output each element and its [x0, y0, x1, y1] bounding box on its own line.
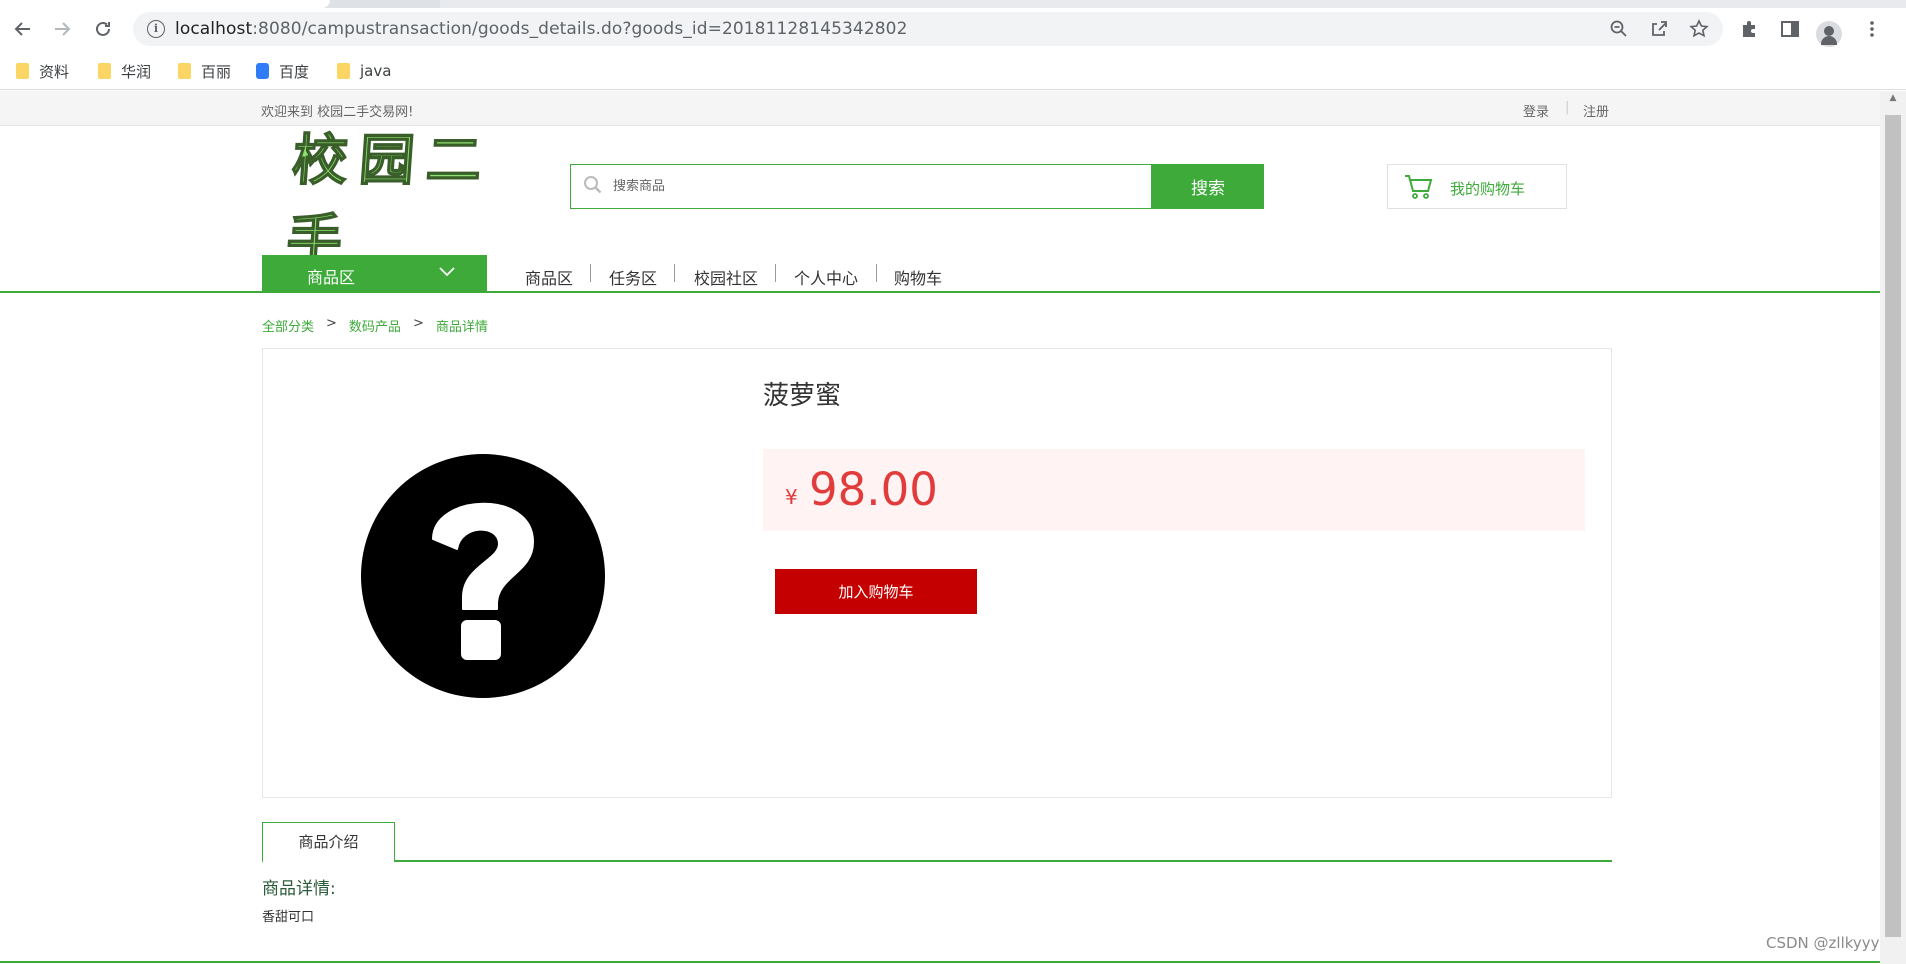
register-link[interactable]: 注册 [1583, 101, 1609, 120]
tab-product-intro[interactable]: 商品介绍 [262, 822, 395, 863]
bookmark-java[interactable]: java [337, 61, 391, 81]
breadcrumb: 全部分类 > 数码产品 > 商品详情 [262, 316, 488, 335]
bookmark-label: java [360, 62, 392, 80]
forward-arrow-icon[interactable] [47, 14, 77, 44]
nav-divider [876, 264, 877, 282]
bookmark-star-icon[interactable] [1688, 19, 1710, 39]
address-bar[interactable]: i localhost:8080/campustransaction/goods… [133, 12, 1723, 46]
login-link[interactable]: 登录 [1523, 101, 1549, 120]
bookmark-ziliao[interactable]: 资料 [16, 61, 69, 81]
nav-link-cart[interactable]: 购物车 [894, 265, 942, 289]
page-scrollbar[interactable]: ▲ [1880, 91, 1906, 964]
site-topbar: 欢迎来到 校园二手交易网! 登录 | 注册 [0, 91, 1880, 126]
detail-text: 香甜可口 [262, 910, 315, 925]
reload-icon[interactable] [88, 14, 118, 44]
profile-avatar-icon[interactable] [1816, 21, 1842, 47]
site-logo[interactable]: 校园二手 [284, 126, 530, 273]
browser-tabstrip [0, 0, 1906, 8]
search-box [570, 164, 1152, 209]
bookmark-label: 资料 [39, 62, 70, 81]
site-info-icon[interactable]: i [147, 20, 165, 38]
folder-icon [337, 63, 350, 79]
currency-symbol: ¥ [785, 485, 798, 509]
my-cart-button[interactable]: 我的购物车 [1387, 164, 1567, 209]
url-path: :8080/campustransaction/goods_details.do… [252, 19, 908, 39]
nav-divider [674, 264, 675, 282]
folder-icon [178, 63, 191, 79]
nav-link-goods[interactable]: 商品区 [525, 265, 573, 289]
breadcrumb-current[interactable]: 商品详情 [436, 316, 488, 335]
logo-text: 校园二手 [284, 126, 497, 273]
price-panel: ¥ 98.00 [763, 449, 1585, 531]
bookmark-huarun[interactable]: 华润 [98, 61, 151, 81]
breadcrumb-all-categories[interactable]: 全部分类 [262, 316, 314, 335]
search-button[interactable]: 搜索 [1152, 164, 1264, 209]
extensions-puzzle-icon[interactable] [1738, 18, 1762, 42]
browser-menu-icon[interactable] [1860, 18, 1884, 42]
breadcrumb-separator: > [412, 316, 424, 331]
product-name: 菠萝蜜 [763, 381, 842, 411]
nav-divider [775, 264, 776, 282]
scrollbar-thumb[interactable] [1885, 115, 1901, 937]
share-icon[interactable] [1648, 19, 1670, 39]
bookmark-label: 华润 [121, 62, 152, 81]
page-viewport: 欢迎来到 校园二手交易网! 登录 | 注册 校园二手 搜索 我的购物车 商品区 … [0, 91, 1880, 964]
address-url: localhost:8080/campustransaction/goods_d… [175, 19, 908, 39]
nav-link-personal[interactable]: 个人中心 [794, 265, 858, 289]
question-mark-image-icon [361, 454, 605, 698]
url-host: localhost [175, 19, 253, 39]
bookmark-label: 百度 [279, 62, 310, 81]
category-dropdown-label: 商品区 [307, 268, 356, 287]
shopping-cart-icon [1405, 175, 1433, 199]
search-input[interactable] [613, 165, 1093, 208]
browser-toolbar: i localhost:8080/campustransaction/goods… [0, 8, 1906, 50]
folder-icon [98, 63, 111, 79]
back-arrow-icon[interactable] [8, 14, 38, 44]
search-icon [584, 176, 602, 194]
add-to-cart-button[interactable]: 加入购物车 [775, 569, 977, 614]
scroll-up-arrow-icon[interactable]: ▲ [1880, 93, 1906, 107]
nav-link-tasks[interactable]: 任务区 [609, 265, 657, 289]
category-dropdown-button[interactable]: 商品区 [262, 255, 487, 293]
bookmarks-bar: 资料 华润 百丽 百度 java [0, 50, 1906, 90]
baidu-shield-icon [256, 63, 269, 79]
folder-icon [16, 63, 29, 79]
topbar-separator: | [1565, 100, 1570, 115]
browser-tab-inactive[interactable] [440, 0, 1906, 8]
browser-tab-active[interactable] [0, 0, 330, 8]
main-nav: 商品区 商品区 任务区 校园社区 个人中心 购物车 [0, 255, 1880, 293]
breadcrumb-digital[interactable]: 数码产品 [349, 316, 401, 335]
nav-link-community[interactable]: 校园社区 [694, 265, 758, 289]
csdn-watermark: CSDN @zllkyyy [1766, 934, 1880, 952]
my-cart-label: 我的购物车 [1450, 180, 1526, 198]
breadcrumb-separator: > [326, 316, 337, 331]
product-tabs: 商品介绍 [262, 822, 1612, 863]
footer-divider [0, 961, 1880, 963]
bookmark-label: 百丽 [201, 62, 232, 81]
zoom-icon[interactable] [1608, 19, 1630, 39]
detail-title: 商品详情: [262, 879, 336, 899]
chevron-down-icon [439, 267, 455, 277]
product-price: 98.00 [809, 463, 938, 516]
side-panel-icon[interactable] [1778, 18, 1802, 42]
nav-divider [590, 264, 591, 282]
product-panel: 菠萝蜜 ¥ 98.00 加入购物车 [262, 348, 1612, 798]
bookmark-baili[interactable]: 百丽 [178, 61, 231, 81]
bookmark-baidu[interactable]: 百度 [256, 61, 309, 81]
